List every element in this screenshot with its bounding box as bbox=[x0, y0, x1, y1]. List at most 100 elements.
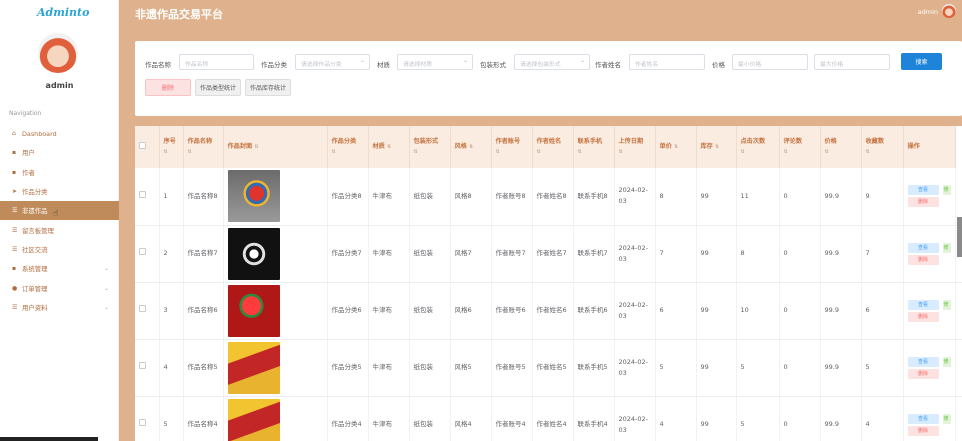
column-header[interactable]: 单价 ⇅ bbox=[655, 126, 697, 168]
column-header[interactable]: 作者姓名 ⇅ bbox=[532, 126, 574, 168]
scrollbar[interactable] bbox=[957, 217, 962, 257]
sidebar-item-profile[interactable]: ☰ 用户资料 ⌄ bbox=[0, 298, 119, 317]
row-select-cell[interactable] bbox=[135, 168, 160, 226]
user-name[interactable]: admin bbox=[918, 8, 938, 16]
edit-button[interactable]: 修 bbox=[942, 356, 951, 367]
sort-icon[interactable]: ⇅ bbox=[414, 147, 446, 157]
row-select-cell[interactable] bbox=[135, 396, 160, 441]
sidebar-item-users[interactable]: ▪ 用户 bbox=[0, 143, 119, 162]
column-header[interactable]: 评论数 ⇅ bbox=[779, 126, 821, 168]
sort-icon[interactable]: ⇅ bbox=[825, 147, 857, 157]
delete-button[interactable]: 删除 bbox=[907, 311, 939, 322]
sort-icon[interactable]: ⇅ bbox=[496, 147, 528, 157]
column-header[interactable]: 包装形式 ⇅ bbox=[409, 126, 451, 168]
nav-heading: Navigation bbox=[9, 110, 42, 117]
cell-style: 风格4 bbox=[450, 396, 492, 441]
sidebar-item-label: 用户资料 bbox=[22, 303, 48, 312]
select-all-header[interactable] bbox=[135, 126, 160, 168]
sort-icon[interactable]: ⇅ bbox=[537, 147, 569, 157]
row-checkbox[interactable] bbox=[139, 305, 146, 312]
edit-button[interactable]: 修 bbox=[942, 185, 951, 196]
cover-image[interactable] bbox=[227, 170, 280, 223]
view-button[interactable]: 查看 修 bbox=[907, 299, 951, 310]
column-header[interactable]: 作品名称 ⇅ bbox=[183, 126, 224, 168]
author-input[interactable]: 作者姓名 bbox=[629, 54, 705, 70]
material-placeholder: 请选择材质 bbox=[403, 62, 432, 68]
row-checkbox[interactable] bbox=[139, 190, 146, 198]
sort-icon[interactable]: ⇅ bbox=[715, 144, 719, 150]
column-header[interactable]: 点击次数 ⇅ bbox=[736, 126, 780, 168]
sidebar-item-authors[interactable]: ▪ 作者 bbox=[0, 163, 119, 182]
cover-image[interactable] bbox=[227, 398, 280, 441]
sidebar-item-orders[interactable]: ● 订单管理 ⌄ bbox=[0, 278, 119, 297]
type-stats-button[interactable]: 作品类型统计 bbox=[195, 79, 241, 96]
row-checkbox[interactable] bbox=[139, 419, 146, 426]
row-select-cell[interactable] bbox=[135, 282, 160, 340]
column-header[interactable]: 序号 ⇅ bbox=[159, 126, 184, 168]
author-label: 作者姓名 bbox=[595, 61, 621, 69]
view-button[interactable]: 查看 修 bbox=[907, 356, 951, 367]
delete-button[interactable]: 删除 bbox=[907, 254, 939, 265]
column-header[interactable]: 联系手机 ⇅ bbox=[573, 126, 615, 168]
cell-fav: 6 bbox=[861, 282, 904, 340]
cover-image[interactable] bbox=[227, 227, 280, 280]
delete-button[interactable]: 删除 bbox=[907, 425, 939, 436]
sort-icon[interactable]: ⇅ bbox=[866, 147, 899, 157]
max-price-input[interactable]: 最大价格 bbox=[814, 54, 890, 70]
row-select-cell[interactable] bbox=[135, 339, 160, 397]
column-header[interactable]: 作品分类 ⇅ bbox=[327, 126, 369, 168]
cell-aname: 作者姓名8 bbox=[532, 168, 574, 226]
search-button[interactable]: 搜索 bbox=[901, 53, 942, 70]
row-select-cell[interactable] bbox=[135, 225, 160, 283]
material-select[interactable]: 请选择材质 ⌄ bbox=[397, 54, 473, 70]
edit-button[interactable]: 修 bbox=[942, 299, 951, 310]
row-checkbox[interactable] bbox=[139, 362, 146, 369]
column-header[interactable]: 价格 ⇅ bbox=[820, 126, 862, 168]
sort-icon[interactable]: ⇅ bbox=[674, 144, 678, 150]
sidebar-item-works[interactable]: ☰ 非遗作品 bbox=[0, 201, 119, 221]
avatar[interactable] bbox=[942, 4, 956, 18]
view-button[interactable]: 查看 修 bbox=[907, 185, 951, 196]
delete-button[interactable]: 删除 bbox=[907, 197, 939, 208]
row-checkbox[interactable] bbox=[139, 248, 146, 255]
sort-icon[interactable]: ⇅ bbox=[784, 147, 816, 157]
select-all-checkbox[interactable] bbox=[139, 141, 146, 149]
cover-image[interactable] bbox=[227, 284, 280, 337]
view-button[interactable]: 查看 修 bbox=[907, 242, 951, 253]
min-price-input[interactable]: 最小价格 bbox=[732, 54, 808, 70]
packaging-select[interactable]: 请选择包装形式 ⌄ bbox=[514, 54, 590, 70]
sort-icon[interactable]: ⇅ bbox=[469, 144, 473, 150]
category-select[interactable]: 请选择作品分类 ⌄ bbox=[295, 54, 370, 70]
edit-button[interactable]: 修 bbox=[942, 242, 951, 253]
column-header[interactable]: 材质 ⇅ bbox=[368, 126, 410, 168]
cover-image[interactable] bbox=[227, 341, 280, 394]
column-header[interactable]: 库存 ⇅ bbox=[696, 126, 737, 168]
sort-icon[interactable]: ⇅ bbox=[387, 144, 391, 150]
sidebar-item-categories[interactable]: ➤ 作品分类 bbox=[0, 182, 119, 201]
sort-icon[interactable]: ⇅ bbox=[332, 147, 364, 157]
sidebar-item-dashboard[interactable]: ⌂ Dashboard bbox=[0, 124, 119, 143]
sidebar-item-system[interactable]: ▪ 系统管理 ⌄ bbox=[0, 259, 119, 278]
column-header[interactable]: 上传日期 ⇅ bbox=[614, 126, 656, 168]
delete-button[interactable]: 删除 bbox=[907, 368, 939, 379]
sort-icon[interactable]: ⇅ bbox=[164, 147, 179, 157]
column-header[interactable]: 风格 ⇅ bbox=[450, 126, 492, 168]
column-header[interactable]: 作品封面 ⇅ bbox=[223, 126, 328, 168]
edit-button[interactable]: 修 bbox=[942, 413, 951, 424]
batch-delete-button[interactable]: 删除 bbox=[145, 79, 191, 96]
column-header[interactable]: 收藏数 ⇅ bbox=[861, 126, 904, 168]
column-header[interactable]: 作者账号 ⇅ bbox=[491, 126, 533, 168]
sidebar-item-community[interactable]: ☰ 社区交流 bbox=[0, 240, 119, 259]
sort-icon[interactable]: ⇅ bbox=[188, 147, 219, 157]
stock-stats-button[interactable]: 作品库存统计 bbox=[245, 79, 291, 96]
sort-icon[interactable]: ⇅ bbox=[741, 147, 775, 157]
cell-cat: 作品分类8 bbox=[327, 168, 369, 226]
cell-clicks: 10 bbox=[736, 282, 780, 340]
name-input[interactable]: 作品名称 bbox=[179, 54, 254, 70]
sort-icon[interactable]: ⇅ bbox=[254, 144, 258, 150]
cell-comments: 0 bbox=[779, 396, 821, 441]
sort-icon[interactable]: ⇅ bbox=[578, 147, 610, 157]
sidebar-item-messages[interactable]: ☰ 留言板管理 bbox=[0, 220, 119, 239]
sort-icon[interactable]: ⇅ bbox=[619, 147, 651, 157]
view-button[interactable]: 查看 修 bbox=[907, 413, 951, 424]
